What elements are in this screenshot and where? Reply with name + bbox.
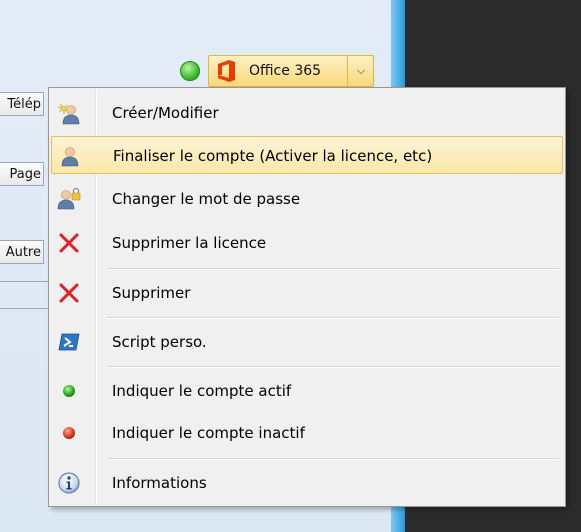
menu-separator <box>107 317 559 319</box>
menu-item-label: Script perso. <box>112 333 207 351</box>
menu-item-informations[interactable]: Informations <box>51 464 563 502</box>
menu-item-compte-inactif[interactable]: Indiquer le compte inactif <box>51 414 563 452</box>
user-new-icon <box>57 103 80 125</box>
menu-item-finaliser-compte[interactable]: Finaliser le compte (Activer la licence,… <box>51 136 563 174</box>
red-x-icon <box>59 283 79 303</box>
menu-separator <box>107 458 559 460</box>
chevron-down-icon[interactable]: ⌵ <box>351 56 371 86</box>
side-button-page[interactable]: Page <box>0 162 44 186</box>
menu-item-label: Supprimer la licence <box>112 234 267 252</box>
menu-item-label: Changer le mot de passe <box>112 190 301 208</box>
side-button-autre[interactable]: Autre <box>0 240 44 264</box>
menu-item-label: Indiquer le compte actif <box>112 382 292 400</box>
menu-item-supprimer[interactable]: Supprimer <box>51 274 563 312</box>
side-field[interactable] <box>0 281 48 309</box>
menu-item-creer-modifier[interactable]: Créer/Modifier <box>51 94 563 132</box>
green-dot-icon <box>63 385 75 397</box>
red-dot-icon <box>63 427 75 439</box>
context-menu: Créer/Modifier Finaliser le compte (Acti… <box>48 87 566 507</box>
menu-item-label: Indiquer le compte inactif <box>112 424 305 442</box>
powershell-icon <box>58 333 80 351</box>
menu-separator <box>107 268 559 270</box>
menu-item-label: Finaliser le compte (Activer la licence,… <box>113 147 433 165</box>
user-icon <box>61 147 79 167</box>
menu-item-label: Créer/Modifier <box>112 104 219 122</box>
menu-item-label: Supprimer <box>112 284 191 302</box>
menu-item-changer-mot-de-passe[interactable]: Changer le mot de passe <box>51 180 563 218</box>
office-logo-icon <box>218 60 235 82</box>
office365-button[interactable]: Office 365 ⌵ <box>208 55 374 87</box>
menu-item-script-perso[interactable]: Script perso. <box>51 323 563 361</box>
menu-item-supprimer-licence[interactable]: Supprimer la licence <box>51 224 563 262</box>
info-icon <box>58 472 80 494</box>
menu-item-label: Informations <box>112 474 207 492</box>
menu-item-compte-actif[interactable]: Indiquer le compte actif <box>51 372 563 410</box>
office-button-divider <box>347 56 348 86</box>
red-x-icon <box>59 233 79 253</box>
side-button-telephone[interactable]: Télép <box>0 92 44 116</box>
office365-label: Office 365 <box>249 63 322 79</box>
user-key-icon <box>57 187 81 210</box>
menu-separator <box>107 366 559 368</box>
green-status-dot-icon <box>180 61 200 81</box>
